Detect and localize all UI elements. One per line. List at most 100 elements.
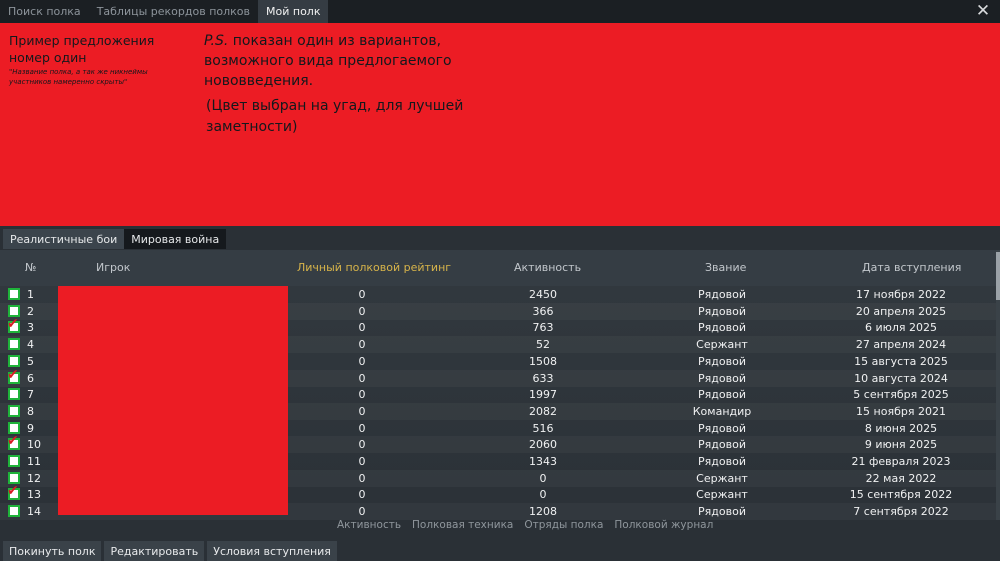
link-activity[interactable]: Активность (337, 519, 401, 531)
cell-rating: 0 (358, 438, 366, 452)
link-regiment-log[interactable]: Полковой журнал (614, 519, 713, 531)
action-bar: Покинуть полк Редактировать Условия всту… (3, 541, 337, 561)
leave-regiment-button[interactable]: Покинуть полк (3, 541, 102, 561)
cell-joined: 7 сентября 2022 (853, 505, 949, 519)
cell-rank: Рядовой (698, 421, 746, 435)
row-checkbox[interactable] (8, 288, 20, 300)
row-checkbox[interactable]: ✔ (7, 317, 20, 334)
cell-num: 1 (27, 288, 34, 301)
cell-num: 12 (27, 471, 41, 485)
col-num[interactable]: № (25, 261, 36, 274)
cell-activity: 2082 (529, 404, 557, 418)
cell-activity: 2060 (529, 438, 557, 452)
cell-num: 8 (27, 404, 34, 418)
cell-joined: 21 февраля 2023 (851, 455, 951, 468)
cell-joined: 8 июня 2025 (864, 421, 938, 435)
proposal-title: Пример предложения номер один (9, 33, 155, 65)
tab-regiment-search[interactable]: Поиск полка (0, 0, 89, 23)
cell-num: 14 (27, 505, 41, 519)
tab-my-regiment[interactable]: Мой полк (258, 0, 329, 23)
cell-num: 4 (27, 338, 34, 352)
cell-activity: 516 (532, 421, 554, 435)
cell-num: 7 (27, 388, 34, 402)
table-header: № Игрок Личный полковой рейтинг Активнос… (0, 250, 996, 286)
row-checkbox[interactable] (8, 471, 20, 484)
col-rank[interactable]: Звание (705, 261, 746, 274)
row-checkbox[interactable] (8, 505, 20, 518)
cell-joined: 27 апреля 2024 (855, 338, 947, 352)
join-conditions-button[interactable]: Условия вступления (207, 541, 337, 561)
cell-rank: Рядовой (698, 321, 746, 335)
cell-activity: 633 (532, 371, 554, 385)
cell-rank: Рядовой (698, 505, 746, 519)
col-activity[interactable]: Активность (514, 261, 581, 274)
col-player[interactable]: Игрок (96, 261, 130, 274)
row-checkbox[interactable] (8, 354, 20, 367)
col-joined[interactable]: Дата вступления (862, 261, 961, 274)
cell-rank: Командир (692, 404, 752, 418)
top-tab-bar: Поиск полка Таблицы рекордов полков Мой … (0, 0, 1000, 23)
cell-rating: 0 (358, 404, 366, 418)
tab-regiment-leaderboards[interactable]: Таблицы рекордов полков (89, 0, 258, 23)
cell-activity: 1343 (529, 455, 557, 468)
tab-realistic-battles[interactable]: Реалистичные бои (3, 229, 125, 249)
cell-activity: 0 (539, 488, 547, 502)
row-checkbox[interactable]: ✔ (7, 368, 20, 384)
cell-rank: Рядовой (698, 288, 746, 301)
cell-joined: 15 сентября 2022 (849, 488, 953, 502)
cell-rating: 0 (358, 471, 366, 485)
cell-num: 11 (27, 455, 41, 468)
link-regiment-vehicles[interactable]: Полковая техника (412, 519, 513, 531)
cell-rating: 0 (358, 354, 366, 368)
cell-rank: Рядовой (698, 388, 746, 402)
cell-joined: 17 ноября 2022 (856, 288, 946, 301)
cell-activity: 366 (532, 304, 554, 318)
row-checkbox[interactable]: ✔ (7, 434, 20, 451)
close-icon[interactable]: ✕ (974, 2, 992, 20)
row-checkbox[interactable] (8, 421, 20, 434)
cell-rank: Рядовой (698, 438, 746, 452)
ps-label: P.S. (204, 33, 229, 49)
checkmark-icon: ✔ (7, 483, 19, 500)
cell-activity: 763 (532, 321, 554, 335)
row-checkbox[interactable]: ✔ (7, 484, 20, 501)
cell-num: 5 (27, 354, 34, 368)
edit-button[interactable]: Редактировать (104, 541, 205, 561)
cell-rank: Рядовой (698, 455, 746, 468)
row-checkbox[interactable] (8, 455, 20, 467)
cell-activity: 1997 (529, 388, 557, 402)
cell-joined: 6 июля 2025 (864, 321, 938, 335)
cell-joined: 15 августа 2025 (854, 354, 948, 368)
tab-world-war[interactable]: Мировая война (124, 229, 227, 249)
cell-joined: 15 ноября 2021 (856, 404, 946, 418)
cell-activity: 1508 (529, 354, 557, 368)
cell-rating: 0 (358, 288, 366, 301)
cell-joined: 22 мая 2022 (865, 471, 937, 485)
cell-rating: 0 (358, 371, 366, 385)
row-checkbox[interactable] (8, 304, 20, 317)
cell-num: 2 (27, 304, 34, 318)
cell-rank: Сержант (696, 471, 748, 485)
cell-joined: 5 сентября 2025 (853, 388, 949, 402)
cell-activity: 52 (536, 338, 550, 352)
cell-rating: 0 (358, 421, 366, 435)
row-checkbox[interactable] (8, 388, 20, 401)
row-checkbox[interactable] (8, 338, 20, 351)
checkmark-icon: ✔ (7, 433, 19, 450)
bottom-links: Активность Полковая техника Отряды полка… (337, 519, 713, 531)
cell-rating: 0 (358, 455, 366, 468)
cell-rating: 0 (358, 304, 366, 318)
row-checkbox[interactable] (8, 404, 20, 417)
cell-num: 6 (27, 371, 34, 385)
cell-activity: 0 (539, 471, 547, 485)
cell-num: 10 (27, 438, 41, 452)
cell-activity: 1208 (529, 505, 557, 519)
scrollbar-thumb[interactable] (996, 252, 1000, 300)
cell-rank: Сержант (696, 488, 748, 502)
cell-rank: Рядовой (698, 354, 746, 368)
link-regiment-squads[interactable]: Отряды полка (524, 519, 603, 531)
proposal-panel: Пример предложения номер один "Название … (0, 23, 1000, 226)
cell-rating: 0 (358, 338, 366, 352)
col-rating[interactable]: Личный полковой рейтинг (297, 261, 451, 274)
cell-num: 9 (27, 421, 34, 435)
